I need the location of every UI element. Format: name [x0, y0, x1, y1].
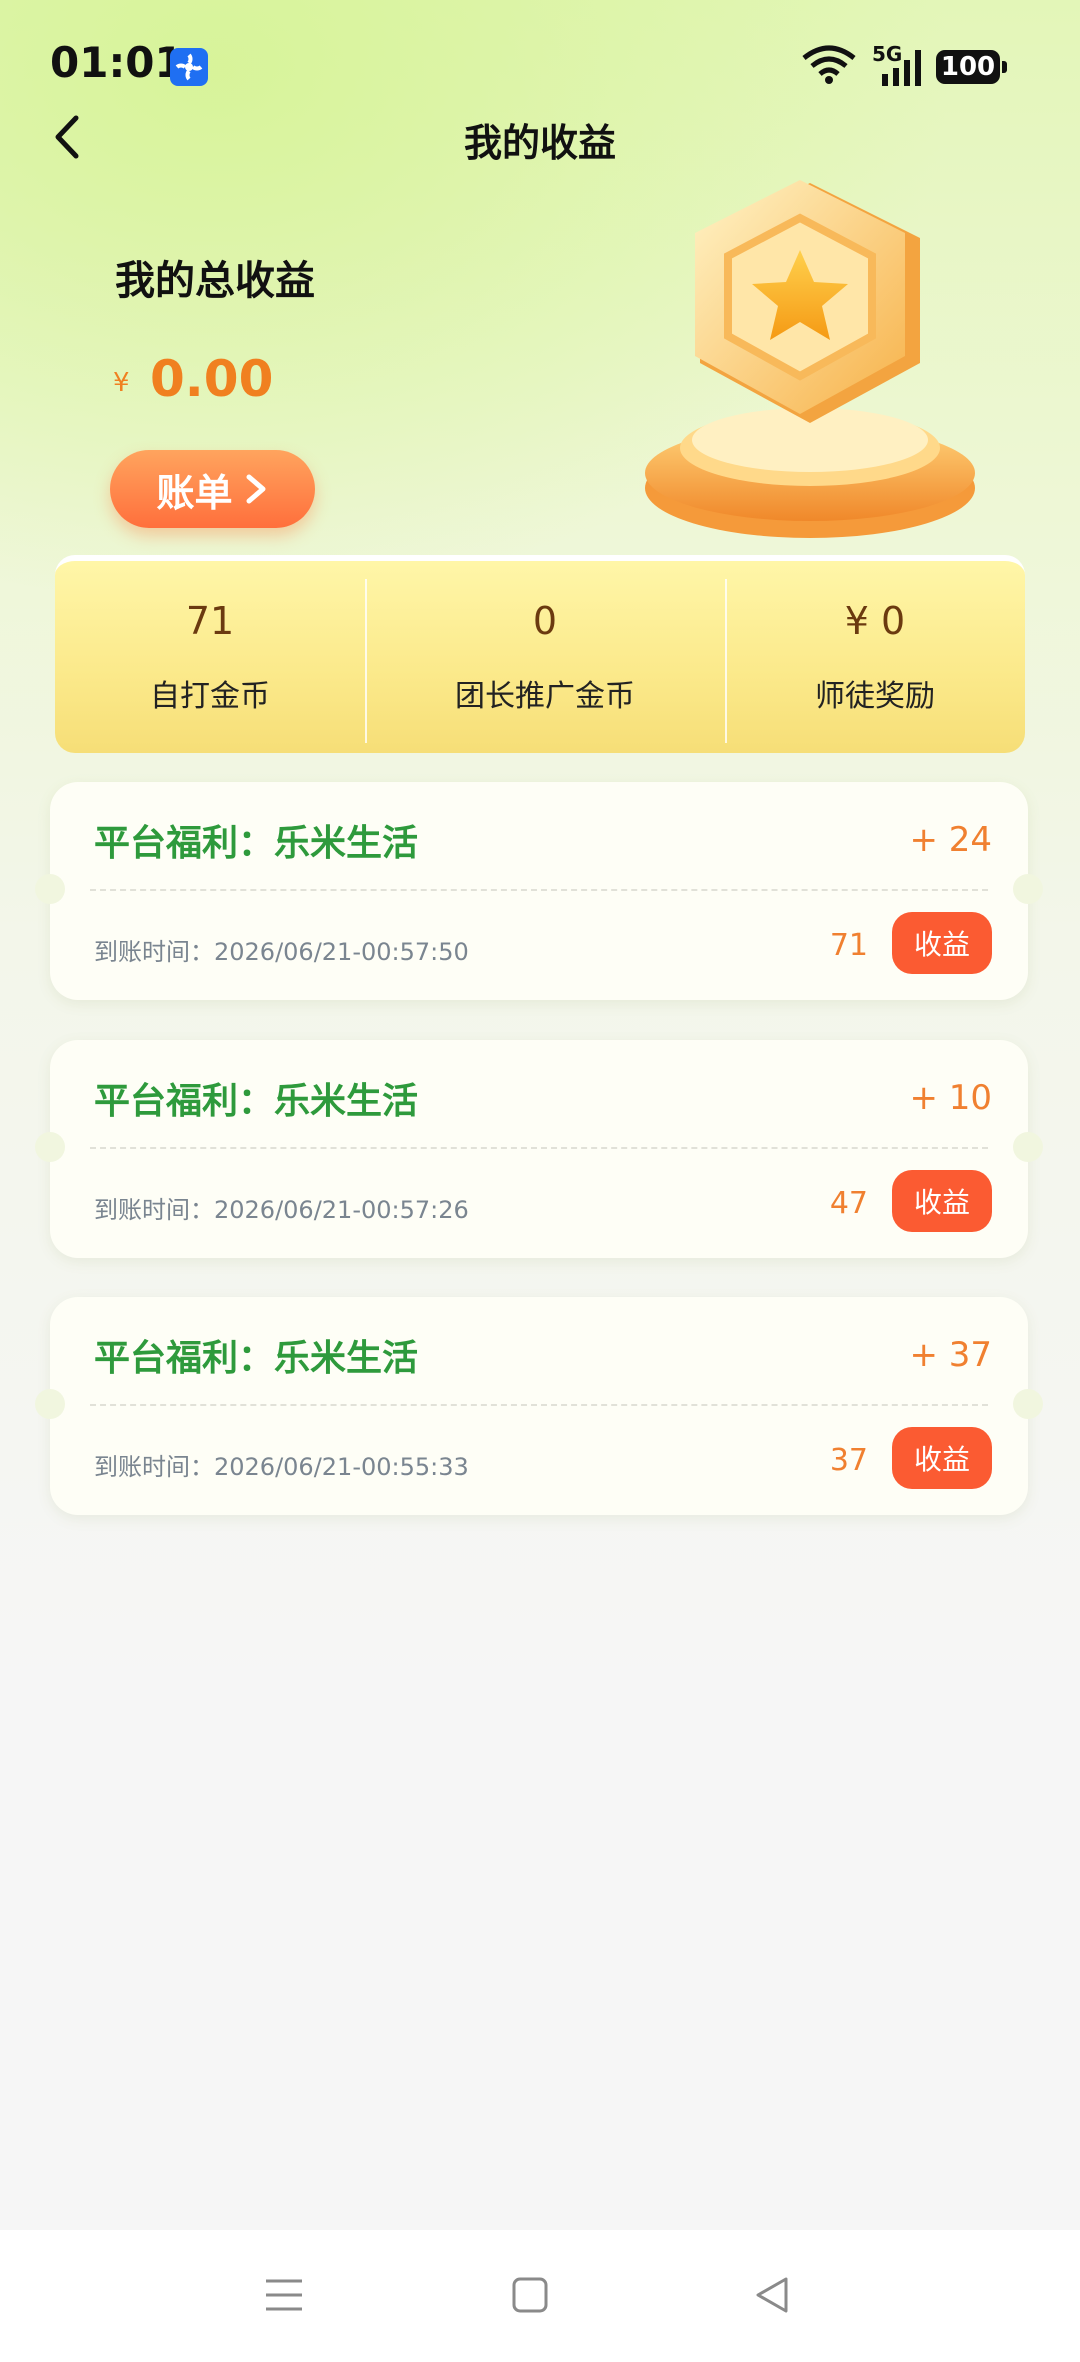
app-notification-icon [170, 48, 208, 86]
wifi-icon [802, 45, 856, 84]
record-amount: 71 [829, 928, 868, 963]
stat-label: 师徒奖励 [815, 679, 935, 714]
bill-button-label: 账单 [156, 470, 233, 515]
earning-record-card[interactable]: 平台福利：乐米生活 + 10 到账时间：2026/06/21-00:57:26 … [35, 1040, 1043, 1258]
battery-indicator: 100 [936, 50, 1007, 84]
total-earnings-amount: 0.00 [150, 350, 274, 408]
divider [90, 1404, 988, 1406]
bill-button[interactable]: 账单 [110, 450, 315, 528]
record-increment: + 24 [909, 820, 992, 860]
record-title: 平台福利：乐米生活 [94, 823, 419, 864]
chevron-right-icon [246, 474, 265, 504]
total-earnings-label: 我的总收益 [115, 258, 315, 304]
stat-label: 团长推广金币 [455, 679, 635, 714]
record-time: 到账时间：2026/06/21-00:57:26 [94, 1196, 469, 1224]
currency-symbol: ¥ [113, 368, 130, 398]
divider [90, 889, 988, 891]
divider [90, 1147, 988, 1149]
stat-mentor-reward[interactable]: ¥ 0 师徒奖励 [725, 561, 1025, 753]
record-amount: 37 [829, 1443, 868, 1478]
status-time: 01:01 [50, 38, 184, 87]
menu-icon[interactable] [264, 2275, 304, 2315]
record-title: 平台福利：乐米生活 [94, 1081, 419, 1122]
stat-self-coins[interactable]: 71 自打金币 [55, 561, 365, 753]
record-amount: 47 [829, 1186, 868, 1221]
page-title: 我的收益 [463, 121, 616, 165]
earnings-stats-bar: 71 自打金币 0 团长推广金币 ¥ 0 师徒奖励 [55, 555, 1025, 753]
star-badge-trophy-icon [645, 180, 975, 538]
record-type-badge: 收益 [892, 912, 992, 974]
signal-icon [882, 50, 921, 86]
earning-record-card[interactable]: 平台福利：乐米生活 + 37 到账时间：2026/06/21-00:55:33 … [35, 1297, 1043, 1515]
record-increment: + 10 [909, 1078, 992, 1118]
back-triangle-icon[interactable] [752, 2275, 792, 2315]
stat-value: 0 [532, 599, 558, 643]
record-type-badge: 收益 [892, 1170, 992, 1232]
earning-record-card[interactable]: 平台福利：乐米生活 + 24 到账时间：2026/06/21-00:57:50 … [35, 782, 1043, 1000]
stat-value: 71 [185, 599, 235, 643]
record-type-badge: 收益 [892, 1427, 992, 1489]
record-time: 到账时间：2026/06/21-00:55:33 [94, 1453, 469, 1481]
record-title: 平台福利：乐米生活 [94, 1338, 419, 1379]
stat-leader-promo-coins[interactable]: 0 团长推广金币 [365, 561, 725, 753]
status-bar: 01:01 5G 100 [0, 0, 1080, 130]
record-increment: + 37 [909, 1335, 992, 1375]
system-navigation-bar [0, 2230, 1080, 2362]
stat-label: 自打金币 [150, 679, 270, 714]
home-square-icon[interactable] [510, 2275, 550, 2315]
record-time: 到账时间：2026/06/21-00:57:50 [94, 938, 469, 966]
stat-value: ¥ 0 [844, 599, 906, 643]
